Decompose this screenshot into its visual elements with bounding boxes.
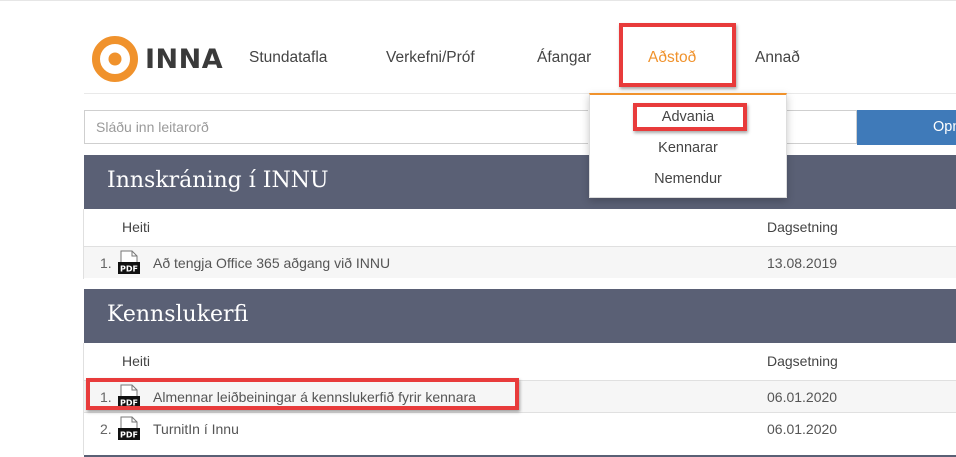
dropdown-item-advania[interactable]: Advania xyxy=(590,109,786,125)
table-row[interactable]: 1. PDF Að tengja Office 365 aðgang við I… xyxy=(84,246,956,278)
row-date: 13.08.2019 xyxy=(767,255,838,271)
table-header: Heiti Dagsetning xyxy=(84,343,956,379)
inna-logo[interactable]: INNA xyxy=(92,36,223,82)
row-date: 06.01.2020 xyxy=(767,421,838,437)
table-left-border xyxy=(83,343,84,455)
nav-verkefni-prof[interactable]: Verkefni/Próf xyxy=(386,49,475,67)
table-row[interactable]: 1. PDF Almennar leiðbeiningar á kennsluk… xyxy=(84,380,956,412)
nav-annad[interactable]: Annað xyxy=(755,49,800,67)
svg-text:PDF: PDF xyxy=(120,431,138,440)
top-border xyxy=(0,0,956,1)
row-number: 1. xyxy=(100,389,112,405)
svg-text:PDF: PDF xyxy=(120,265,138,274)
search-input[interactable] xyxy=(84,110,588,144)
inna-logo-icon xyxy=(92,36,138,82)
logo-text: INNA xyxy=(145,43,224,75)
row-date: 06.01.2020 xyxy=(767,389,838,405)
section-header-innskraning: Innskráning í INNU xyxy=(84,155,956,209)
column-heiti[interactable]: Heiti xyxy=(122,219,150,235)
column-heiti[interactable]: Heiti xyxy=(122,353,150,369)
document-link[interactable]: Almennar leiðbeiningar á kennslukerfið f… xyxy=(153,389,476,405)
nav-adstod[interactable]: Aðstoð xyxy=(648,49,696,67)
section-header-kennslukerfi: Kennslukerfi xyxy=(84,289,956,343)
column-dagsetning[interactable]: Dagsetning xyxy=(767,353,838,369)
document-link[interactable]: Að tengja Office 365 aðgang við INNU xyxy=(153,255,390,271)
nav-stundatafla[interactable]: Stundatafla xyxy=(249,49,327,67)
pdf-icon[interactable]: PDF xyxy=(118,250,140,275)
table-header: Heiti Dagsetning xyxy=(84,209,956,245)
row-number: 2. xyxy=(100,421,112,437)
dropdown-item-kennarar[interactable]: Kennarar xyxy=(590,140,786,156)
table-row[interactable]: 2. PDF TurnitIn í Innu 06.01.2020 xyxy=(84,412,956,444)
header-divider xyxy=(84,93,956,94)
svg-text:PDF: PDF xyxy=(120,399,138,408)
nav-afangar[interactable]: Áfangar xyxy=(537,49,591,67)
row-number: 1. xyxy=(100,255,112,271)
column-dagsetning[interactable]: Dagsetning xyxy=(767,219,838,235)
adstod-dropdown-menu: Advania Kennarar Nemendur xyxy=(589,93,787,198)
table-left-border xyxy=(83,209,84,279)
document-link[interactable]: TurnitIn í Innu xyxy=(153,421,239,437)
dropdown-item-nemendur[interactable]: Nemendur xyxy=(590,171,786,187)
open-button[interactable]: Opna xyxy=(857,110,956,145)
pdf-icon[interactable]: PDF xyxy=(118,384,140,409)
search-input-end[interactable] xyxy=(787,110,857,144)
pdf-icon[interactable]: PDF xyxy=(118,416,140,441)
